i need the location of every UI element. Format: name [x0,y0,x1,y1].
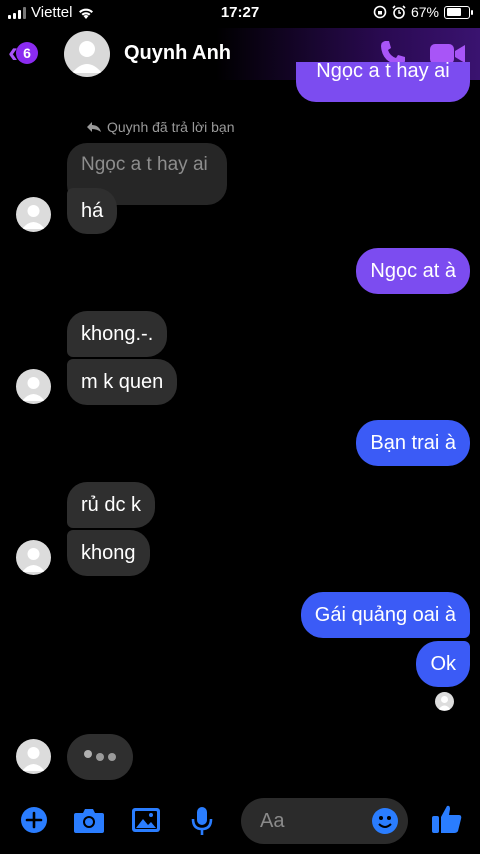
battery-icon [444,5,473,19]
thumbs-up-icon[interactable] [431,803,463,835]
message-incoming[interactable]: khong.-. [67,311,168,357]
lock-rotation-icon [373,5,387,19]
reply-indicator: Quynh đã trả lời bạn [86,119,234,135]
message-outgoing[interactable]: Gái quảng oai à [300,592,470,638]
mic-icon[interactable] [190,806,214,836]
image-icon[interactable] [131,806,161,834]
message-input[interactable]: Aa [241,798,408,844]
back-button[interactable]: ‹ 6 [8,38,38,68]
avatar[interactable] [16,369,51,404]
contact-avatar[interactable] [64,31,110,77]
avatar[interactable] [16,197,51,232]
plus-icon[interactable] [20,806,48,834]
avatar[interactable] [16,739,51,774]
camera-icon[interactable] [73,806,105,834]
message-incoming[interactable]: há [67,188,118,234]
message-outgoing[interactable]: Bạn trai à [356,420,470,466]
message-incoming[interactable]: rủ dc k [67,482,156,528]
message-incoming[interactable]: khong [67,530,150,576]
composer-bar: Aa [0,790,480,854]
avatar[interactable] [16,540,51,575]
status-bar: Viettel 17:27 67% [0,0,480,28]
emoji-icon[interactable] [371,807,399,835]
message-outgoing[interactable]: Ok [416,641,470,687]
reply-indicator-text: Quynh đã trả lời bạn [107,119,235,135]
status-right: 67% [373,4,473,20]
contact-name[interactable]: Quynh Anh [124,42,231,65]
seen-avatar [435,692,454,711]
reply-icon [87,122,101,132]
battery-percent: 67% [410,4,439,20]
unread-count-badge: 6 [16,42,38,64]
alarm-icon [392,5,406,19]
message-outgoing[interactable]: Ngọc at à [356,248,470,294]
typing-indicator [67,734,133,780]
message-incoming[interactable]: m k quen [67,359,178,405]
message-outgoing-cut[interactable]: Ngọc a t hay ai [296,62,470,102]
message-input-placeholder: Aa [260,810,285,832]
